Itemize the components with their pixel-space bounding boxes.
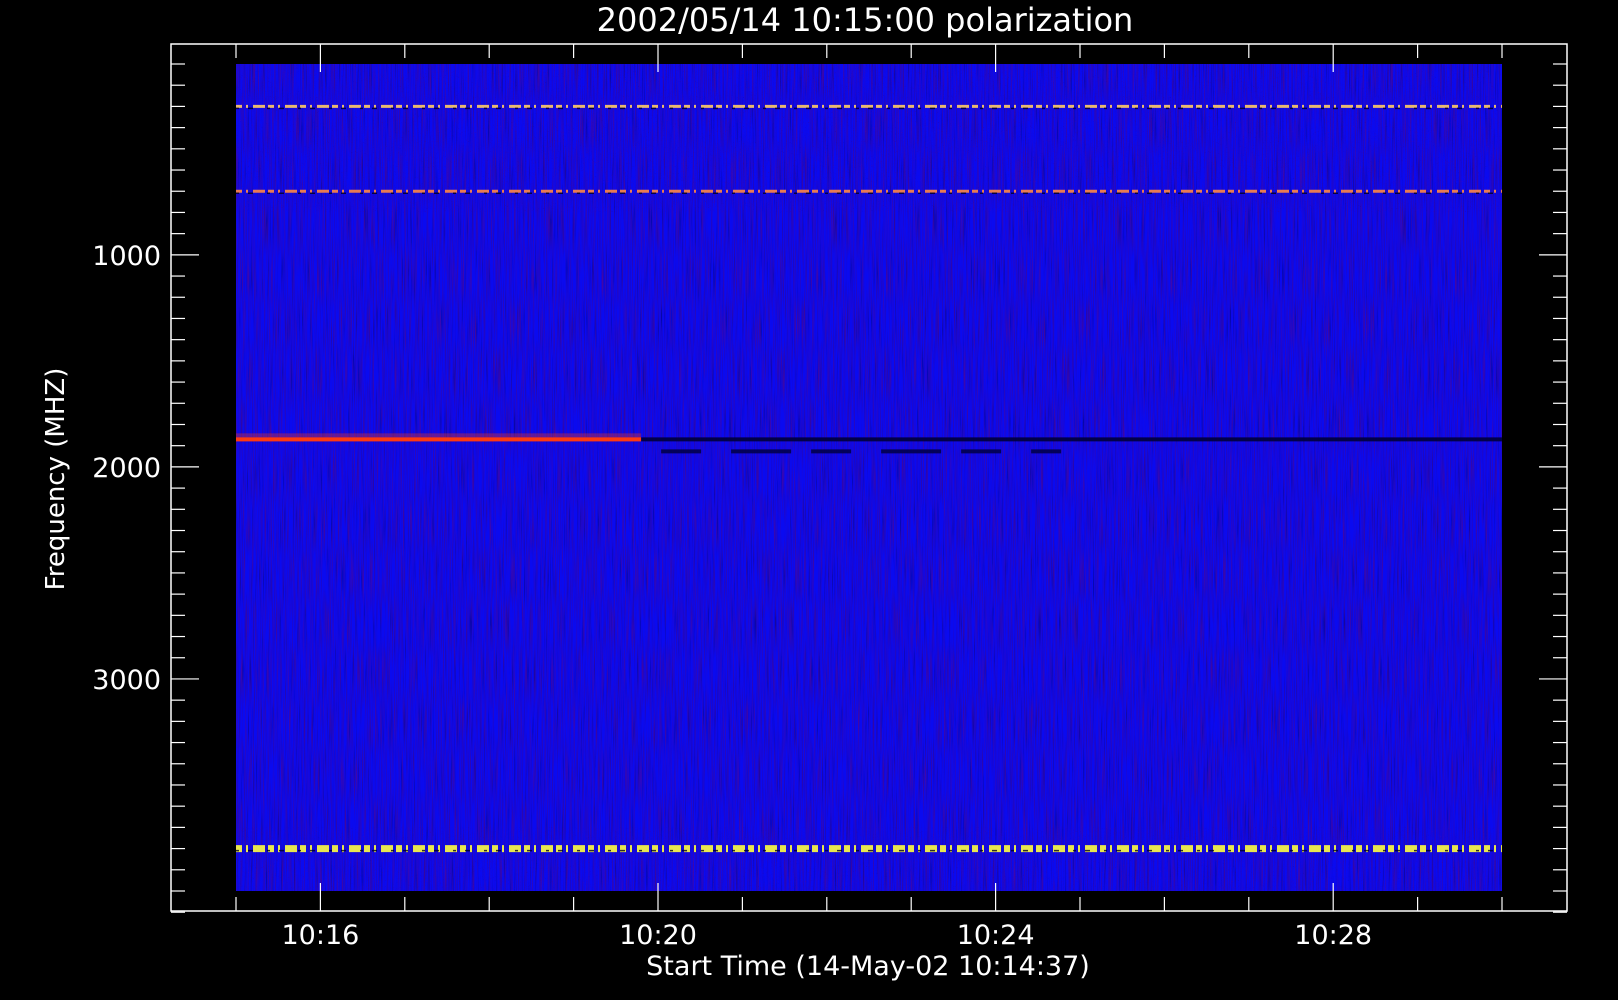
y-tick-label: 1000 — [92, 241, 161, 272]
x-axis-label: Start Time (14-May-02 10:14:37) — [646, 951, 1090, 982]
y-axis-label: Frequency (MHZ) — [41, 368, 71, 591]
y-tick-label: 2000 — [92, 453, 161, 484]
spectrogram-chart: 2002/05/14 10:15:00 polarization 1000 200… — [41, 1, 1568, 982]
y-tick-label: 3000 — [92, 665, 161, 696]
x-tick-label: 10:16 — [281, 920, 359, 951]
spectrogram-image — [236, 64, 1502, 891]
x-tick-label: 10:24 — [957, 920, 1035, 951]
heatmap-noise-high-band — [236, 827, 1502, 891]
chart-title: 2002/05/14 10:15:00 polarization — [597, 1, 1134, 39]
x-tick-label: 10:28 — [1294, 920, 1372, 951]
x-tick-label: 10:20 — [619, 920, 697, 951]
